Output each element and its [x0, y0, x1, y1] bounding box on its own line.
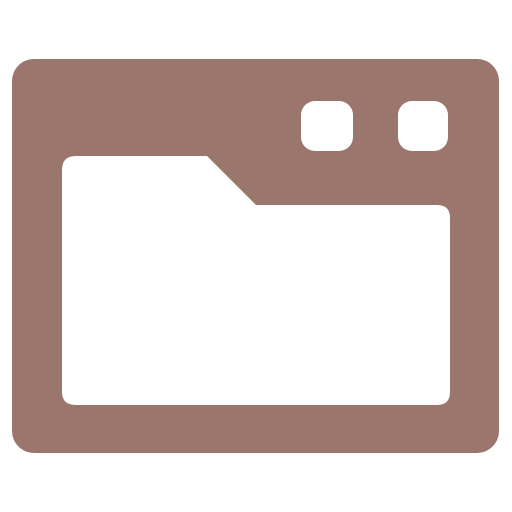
browser-window-folder-icon [0, 0, 512, 512]
icon-svg [12, 59, 499, 453]
window-control-right [398, 101, 448, 151]
window-control-left [301, 101, 353, 151]
